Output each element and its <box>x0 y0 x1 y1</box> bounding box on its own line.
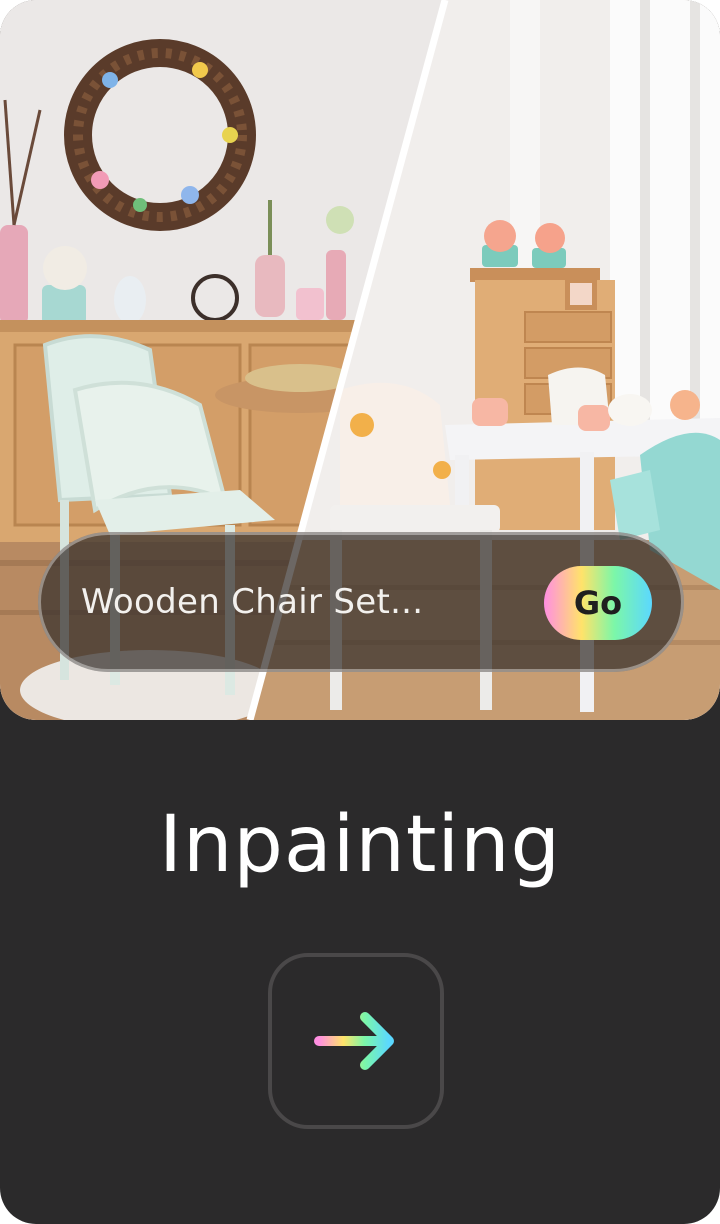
next-button[interactable] <box>268 953 444 1129</box>
go-button[interactable]: Go <box>544 566 652 640</box>
arrow-right-icon <box>314 1012 394 1070</box>
prompt-bar[interactable]: Wooden Chair Set... Go <box>38 532 684 672</box>
feature-card[interactable]: Wooden Chair Set... Go Inpainting <box>0 0 720 1224</box>
prompt-input-text[interactable]: Wooden Chair Set... <box>81 582 423 622</box>
go-button-label: Go <box>573 584 623 622</box>
before-after-image: Wooden Chair Set... Go <box>0 0 720 720</box>
feature-title: Inpainting <box>158 800 562 890</box>
